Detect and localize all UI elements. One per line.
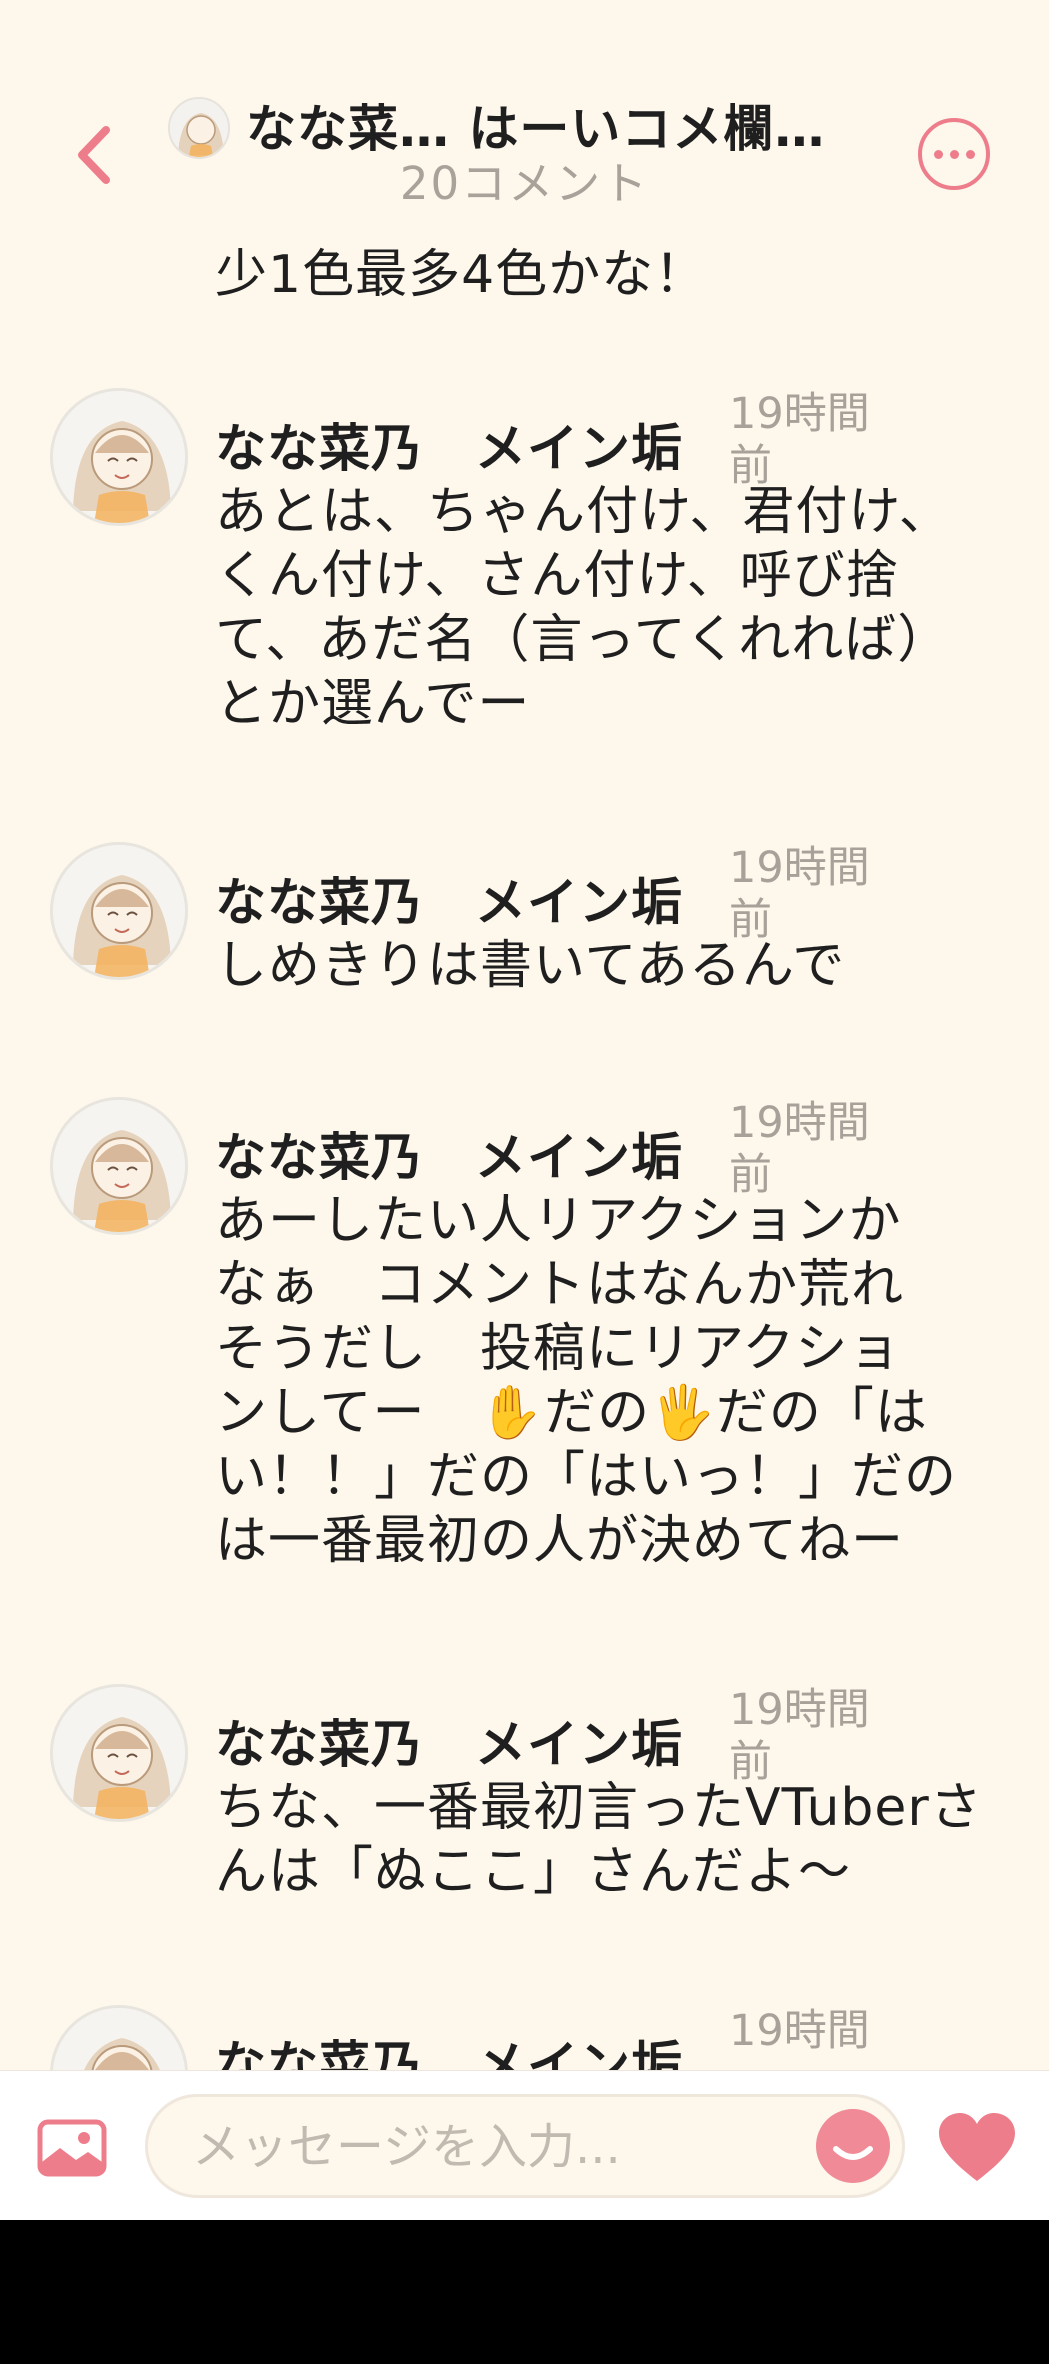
comment-time: 19時間 前 (729, 1685, 870, 1787)
like-button[interactable] (936, 2111, 1018, 2185)
avatar[interactable] (50, 388, 188, 526)
comment-text: しめきりは書いてあるんで (215, 936, 846, 996)
page-title: なな菜… はーいコメ欄… (246, 100, 826, 158)
comment-text: あーしたい人リアクションか なぁ コメントはなんか荒れ そうだし 投稿にリアクシ… (215, 1191, 958, 1571)
system-navigation-bar (0, 2220, 1049, 2364)
message-box (145, 2094, 905, 2198)
thread-header: なな菜… はーいコメ欄… 20コメント (0, 0, 1049, 222)
comment-feed[interactable]: 少1色最多4色かな！ なな菜乃 メイン垢 19時間 前 あとは、ちゃん付け、君付… (0, 0, 1049, 2070)
avatar[interactable] (50, 1684, 188, 1822)
attach-image-button[interactable] (36, 2118, 108, 2178)
comment-time: 19時間 前 (729, 389, 870, 491)
avatar[interactable] (168, 97, 230, 159)
emoji-smile-icon (833, 2146, 873, 2160)
avatar[interactable] (50, 1097, 188, 1235)
emoji-button[interactable] (816, 2109, 890, 2183)
comment-count: 20コメント (399, 157, 650, 210)
comment-time: 19時間 前 (729, 843, 870, 945)
comment-text: ちな、一番最初言ったVTuberさ んは「ぬここ」さんだよ〜 (215, 1778, 983, 1902)
comment-time: 19時間 前 (729, 1098, 870, 1200)
more-horizontal-icon (933, 149, 943, 159)
message-input[interactable] (192, 2115, 752, 2179)
comment-author[interactable]: なな菜乃 メイン垢 (215, 872, 683, 936)
message-composer (0, 2070, 1049, 2220)
comment-author[interactable]: なな菜乃 メイン垢 (215, 2035, 683, 2070)
comment-text: あとは、ちゃん付け、君付け、 くん付け、さん付け、呼び捨 て、あだ名（言ってくれ… (215, 482, 952, 734)
avatar[interactable] (50, 2005, 188, 2070)
heart-icon (939, 2113, 1015, 2181)
comment-text-partial: 少1色最多4色かな！ (215, 245, 708, 305)
comment-author[interactable]: なな菜乃 メイン垢 (215, 1714, 683, 1778)
avatar[interactable] (50, 842, 188, 980)
more-horizontal-icon (949, 149, 959, 159)
comment-time: 19時間 (729, 2006, 870, 2056)
image-icon (37, 2119, 107, 2177)
comment-author[interactable]: なな菜乃 メイン垢 (215, 418, 683, 482)
more-options-button[interactable] (918, 118, 990, 190)
comment-author[interactable]: なな菜乃 メイン垢 (215, 1127, 683, 1191)
more-horizontal-icon (965, 149, 975, 159)
